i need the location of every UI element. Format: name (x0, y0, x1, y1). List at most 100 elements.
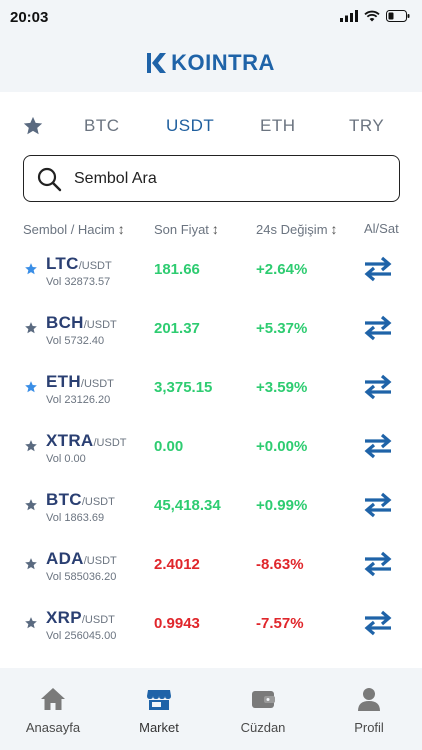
tabbar-item-profile[interactable]: Profil (324, 686, 414, 735)
volume: Vol 256045.00 (46, 630, 117, 642)
symbol-quote: /USDT (83, 319, 117, 331)
last-price: 3,375.15 (154, 379, 213, 396)
favorite-star-icon[interactable] (24, 498, 38, 512)
market-row-xrp[interactable]: XRP/USDT Vol 256045.00 0.9943 -7.57% (0, 596, 422, 655)
symbol: LTC/USDT (46, 254, 112, 274)
market-tabs: BTC USDT ETH TRY (0, 106, 422, 146)
header-last-price-label: Son Fiyat (154, 221, 209, 237)
symbol-quote: /USDT (83, 555, 117, 567)
volume: Vol 5732.40 (46, 335, 105, 347)
last-price: 45,418.34 (154, 497, 221, 514)
sort-icon: ↕ (117, 221, 125, 237)
last-price: 2.4012 (154, 556, 200, 573)
volume: Vol 585036.20 (46, 571, 117, 583)
change-24h: -8.63% (256, 556, 304, 573)
tab-usdt[interactable]: USDT (166, 116, 214, 136)
trade-arrows-icon[interactable] (362, 255, 394, 283)
symbol-quote: /USDT (78, 260, 112, 272)
search-input[interactable] (74, 166, 384, 192)
market-row-eth[interactable]: ETH/USDT Vol 23126.20 3,375.15 +3.59% (0, 360, 422, 419)
symbol-base: ADA (46, 549, 84, 568)
market-row-bch[interactable]: BCH/USDT Vol 5732.40 201.37 +5.37% (0, 301, 422, 360)
change-24h: +2.64% (256, 261, 308, 278)
trade-arrows-icon[interactable] (362, 491, 394, 519)
change-24h: +0.00% (256, 438, 308, 455)
last-price: 0.00 (154, 438, 184, 455)
header-symbol-volume-label: Sembol / Hacim (23, 221, 115, 237)
kointra-logo-icon (147, 53, 167, 73)
volume: Vol 23126.20 (46, 394, 111, 406)
favorite-star-icon[interactable] (24, 262, 38, 276)
profile-icon (358, 688, 380, 711)
market-row-xtra[interactable]: XTRA/USDT Vol 0.00 0.00 +0.00% (0, 419, 422, 478)
tabbar-item-home[interactable]: Anasayfa (8, 686, 98, 735)
tabbar-label: Cüzdan (240, 720, 286, 735)
tab-btc[interactable]: BTC (84, 116, 120, 136)
tabbar-item-market[interactable]: Market (114, 686, 204, 735)
trade-arrows-icon[interactable] (362, 550, 394, 578)
sort-icon: ↕ (330, 221, 338, 237)
symbol-base: XTRA (46, 431, 94, 450)
volume: Vol 32873.57 (46, 276, 111, 288)
market-list: LTC/USDT Vol 32873.57 181.66 +2.64% BCH/… (0, 242, 422, 655)
favorite-star-icon[interactable] (24, 557, 38, 571)
tab-eth[interactable]: ETH (260, 116, 296, 136)
wallet-icon (252, 691, 275, 708)
symbol-quote: /USDT (81, 496, 115, 508)
change-24h: +3.59% (256, 379, 308, 396)
symbol-base: BTC (46, 490, 82, 509)
symbol-base: LTC (46, 254, 79, 273)
market-row-btc[interactable]: BTC/USDT Vol 1863.69 45,418.34 +0.99% (0, 478, 422, 537)
symbol: XTRA/USDT (46, 431, 126, 451)
symbol: ETH/USDT (46, 372, 114, 392)
symbol: ADA/USDT (46, 549, 117, 569)
last-price: 181.66 (154, 261, 200, 278)
wifi-icon (364, 10, 380, 22)
home-icon (41, 688, 65, 710)
symbol: XRP/USDT (46, 608, 115, 628)
logo: KOINTRA (147, 50, 275, 76)
change-24h: +0.99% (256, 497, 308, 514)
tabbar-label: Anasayfa (25, 720, 81, 735)
tab-try[interactable]: TRY (349, 116, 384, 136)
tabbar-label: Market (139, 720, 179, 735)
favorite-star-icon[interactable] (24, 380, 38, 394)
column-headers: Sembol / Hacim ↕ Son Fiyat ↕ 24s Değişim… (0, 218, 422, 238)
search-icon (37, 167, 62, 192)
header-change-24h-label: 24s Değişim (256, 221, 328, 237)
battery-icon (386, 10, 410, 22)
last-price: 201.37 (154, 320, 200, 337)
header-symbol-volume[interactable]: Sembol / Hacim ↕ (23, 221, 125, 237)
symbol: BTC/USDT (46, 490, 115, 510)
market-content: BTC USDT ETH TRY Sembol / Hacim ↕ Son Fi… (0, 92, 422, 668)
app-header: KOINTRA (0, 34, 422, 92)
trade-arrows-icon[interactable] (362, 373, 394, 401)
header-buy-sell: Al/Sat (364, 221, 399, 236)
market-row-ltc[interactable]: LTC/USDT Vol 32873.57 181.66 +2.64% (0, 242, 422, 301)
favorite-star-icon[interactable] (24, 616, 38, 630)
header-change-24h[interactable]: 24s Değişim ↕ (256, 221, 338, 237)
header-last-price[interactable]: Son Fiyat ↕ (154, 221, 219, 237)
trade-arrows-icon[interactable] (362, 314, 394, 342)
market-icon (147, 690, 171, 710)
change-24h: -7.57% (256, 615, 304, 632)
favorites-tab-star-icon[interactable] (22, 115, 44, 137)
market-row-ada[interactable]: ADA/USDT Vol 585036.20 2.4012 -8.63% (0, 537, 422, 596)
logo-text: KOINTRA (171, 50, 275, 75)
bottom-tab-bar: Anasayfa Market Cüzdan Profil (0, 668, 422, 750)
search-box[interactable] (23, 155, 400, 202)
symbol-base: ETH (46, 372, 81, 391)
volume: Vol 0.00 (46, 453, 86, 465)
header-buy-sell-label: Al/Sat (364, 221, 399, 236)
volume: Vol 1863.69 (46, 512, 105, 524)
symbol-base: BCH (46, 313, 84, 332)
favorite-star-icon[interactable] (24, 321, 38, 335)
favorite-star-icon[interactable] (24, 439, 38, 453)
trade-arrows-icon[interactable] (362, 432, 394, 460)
status-icons (340, 10, 410, 22)
symbol-quote: /USDT (93, 437, 127, 449)
change-24h: +5.37% (256, 320, 308, 337)
tabbar-item-wallet[interactable]: Cüzdan (218, 686, 308, 735)
cellular-signal-icon (340, 10, 358, 22)
trade-arrows-icon[interactable] (362, 609, 394, 637)
